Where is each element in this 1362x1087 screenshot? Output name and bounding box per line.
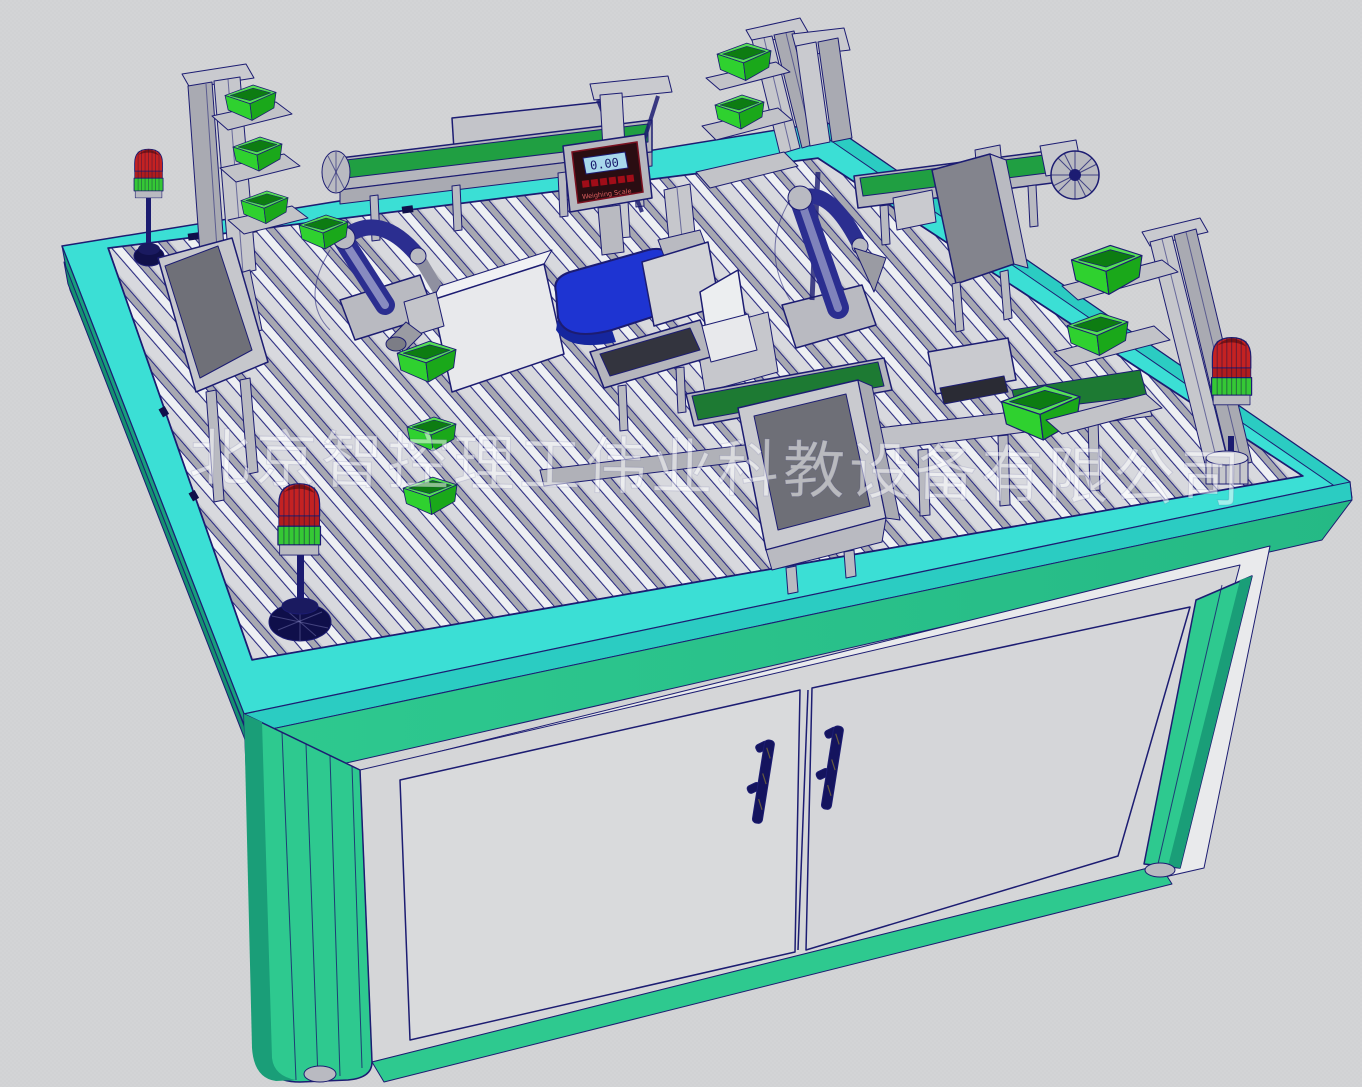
camera-lens: [386, 337, 406, 351]
cad-render-viewport: 0.00 Weighing Scale: [0, 0, 1362, 1087]
motor-fins: [1051, 151, 1099, 199]
weighing-display: 0.00 Weighing Scale: [563, 134, 652, 212]
foot-left: [304, 1066, 336, 1082]
foot-right: [1145, 863, 1175, 877]
assembly-3d-scene: 0.00 Weighing Scale: [0, 0, 1362, 1087]
